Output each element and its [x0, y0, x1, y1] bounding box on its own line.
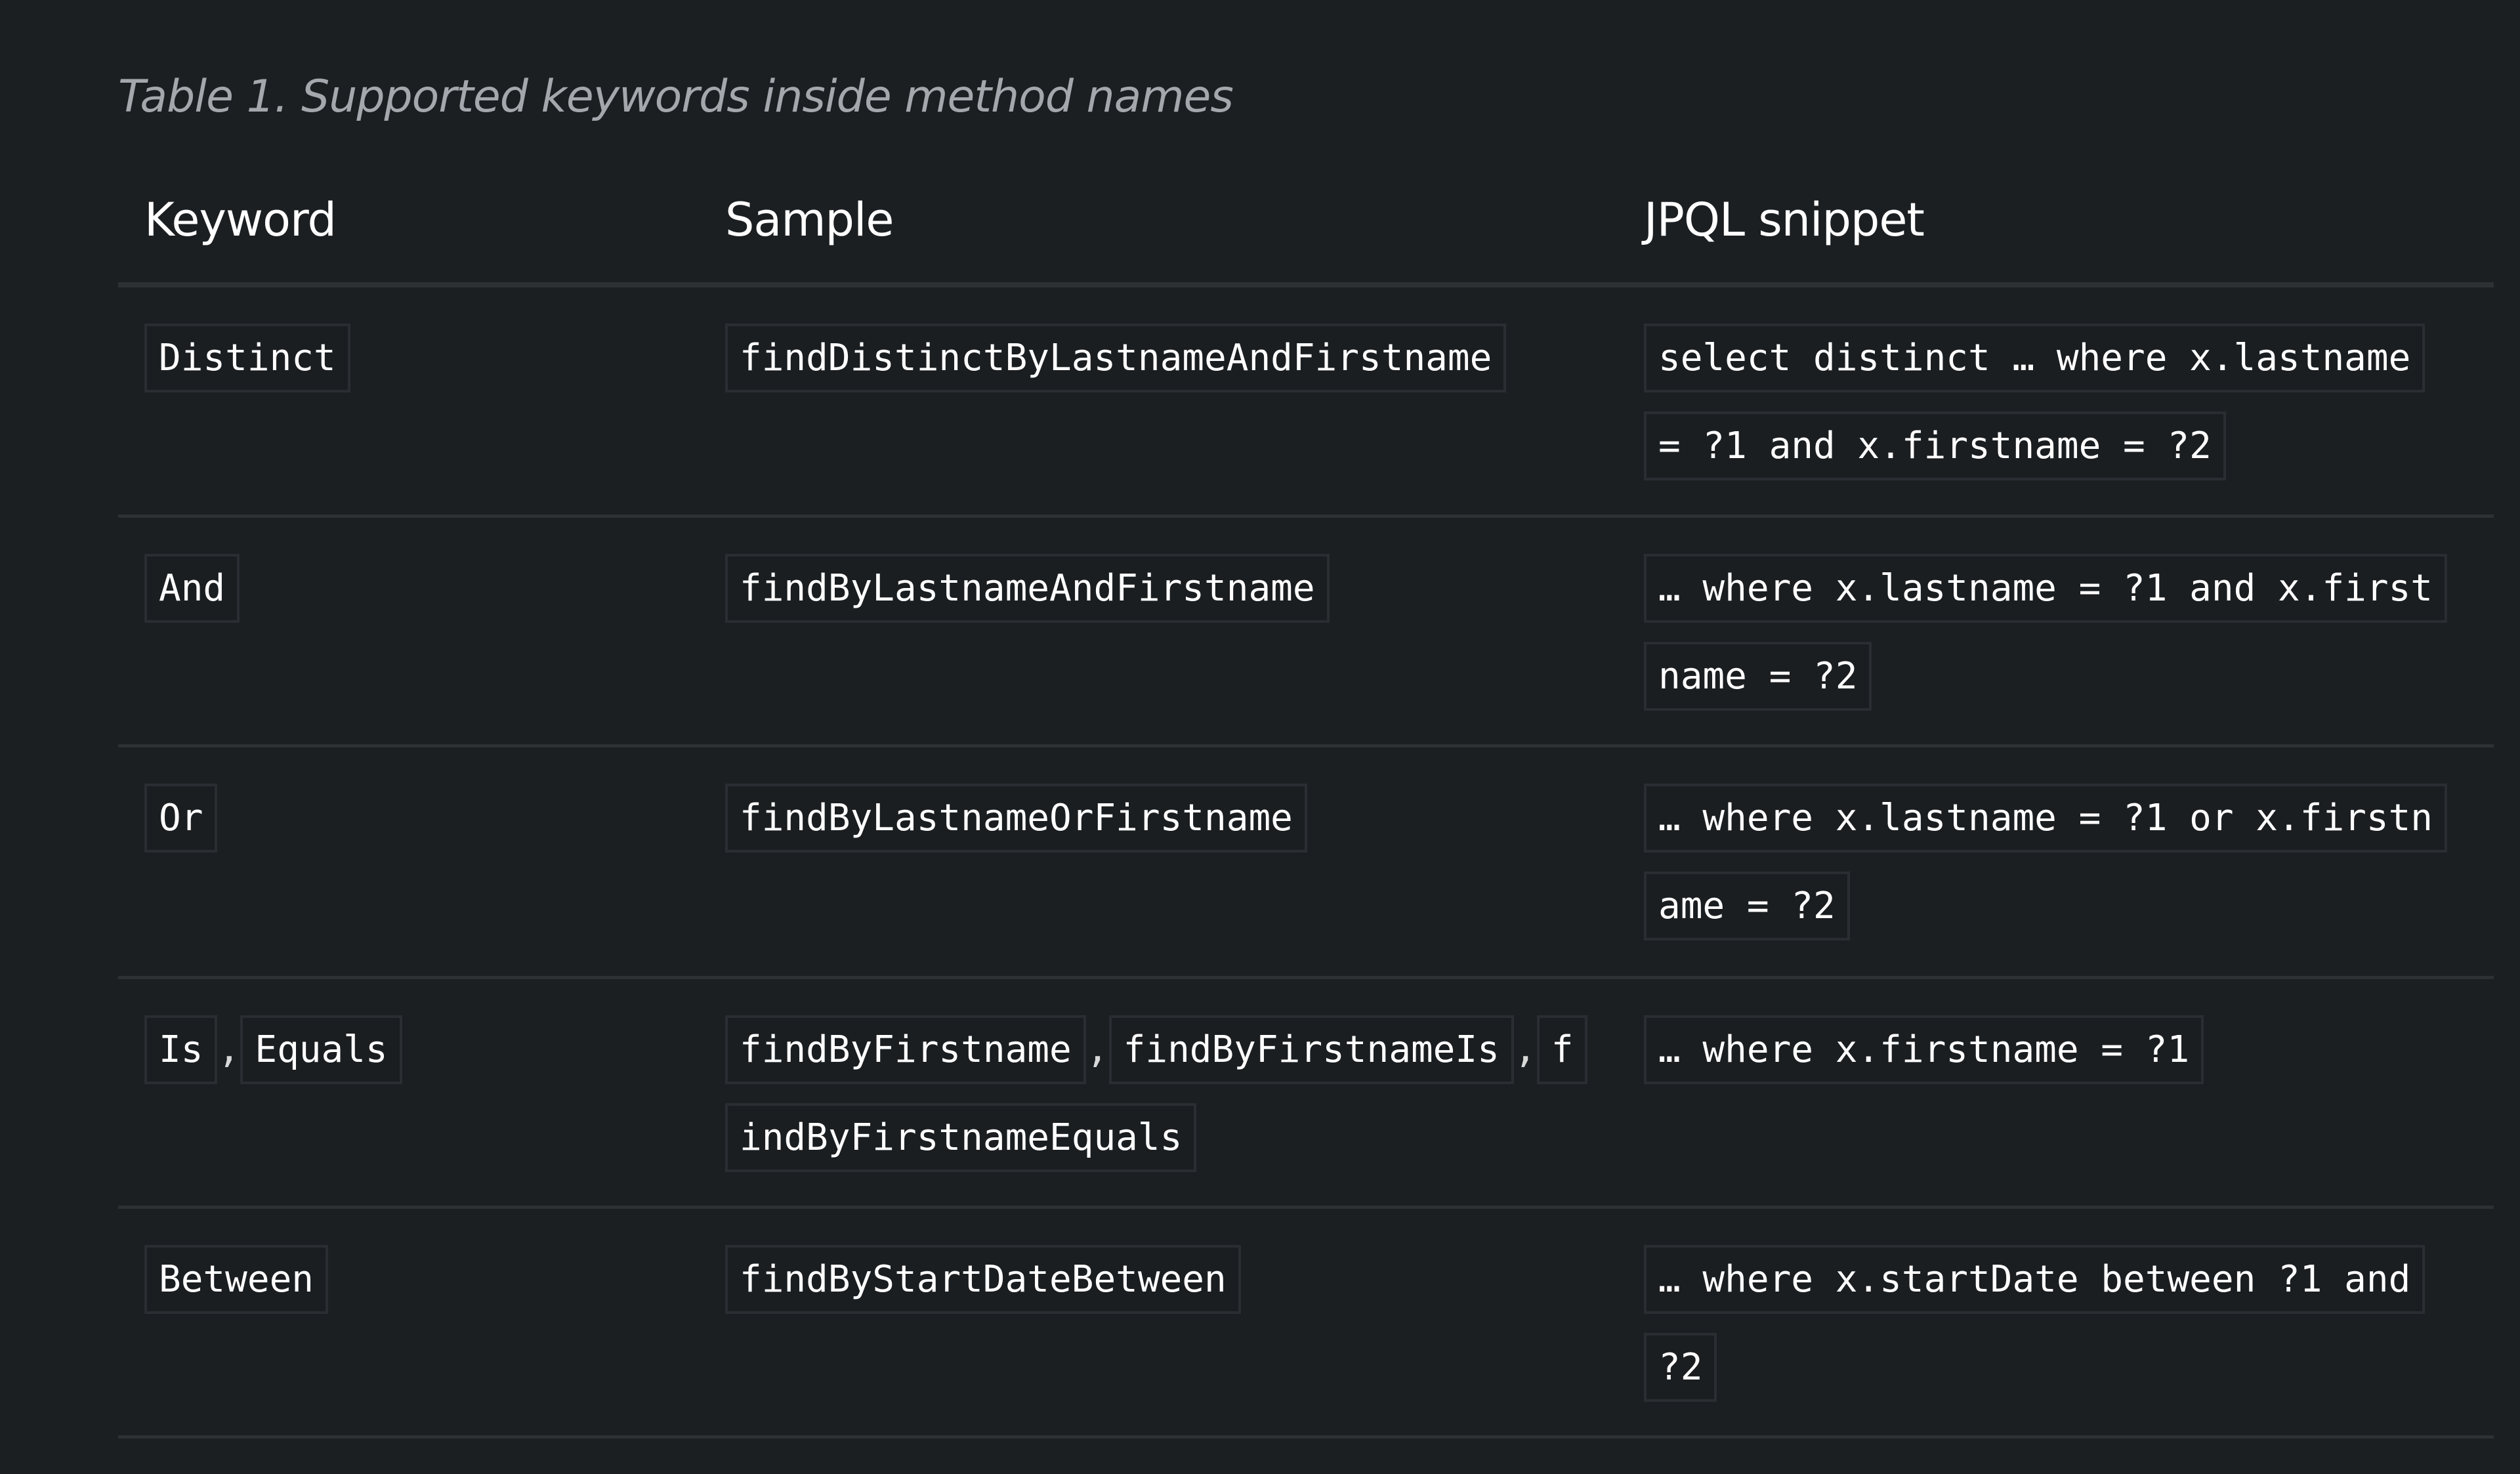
sample-cell: findByLastnameAndFirstname — [699, 516, 1618, 748]
sample-cell: findByFirstname, findByFirstnameIs, findBy… — [699, 977, 1618, 1209]
keyword-code: And — [144, 554, 240, 623]
keyword-code: Equals — [240, 1015, 402, 1084]
keyword-code: Between — [144, 1245, 329, 1314]
keyword-cell: Distinct — [118, 285, 699, 518]
table-row: Is, Equals findByFirstname, findByFirstnam… — [118, 977, 2494, 1209]
sample-code: findByFirstname — [725, 1015, 1086, 1084]
keyword-code: Is — [144, 1015, 218, 1084]
jpql-cell: … where x.lastname = ?1 and x.firstname … — [1618, 516, 2494, 748]
header-sample: Sample — [699, 164, 1618, 287]
table-header-row: Keyword Sample JPQL snippet — [118, 164, 2494, 287]
sample-code: findDistinctByLastnameAndFirstname — [725, 324, 1507, 392]
sample-code: findByFirstnameIs — [1108, 1015, 1514, 1084]
separator: , — [1513, 1026, 1537, 1071]
table-row: Between findByStartDateBetween … where x… — [118, 1207, 2494, 1439]
table-row: Or findByLastnameOrFirstname … where x.l… — [118, 746, 2494, 979]
keyword-code: Distinct — [144, 324, 350, 392]
jpql-code: select distinct … where x.lastname = ?1 … — [1644, 324, 2426, 480]
jpql-cell: select distinct … where x.lastname = ?1 … — [1618, 285, 2494, 518]
separator: , — [217, 1026, 241, 1071]
keyword-cell: And — [118, 516, 699, 748]
jpql-code: … where x.firstname = ?1 — [1644, 1015, 2204, 1084]
separator: , — [1085, 1026, 1109, 1071]
keywords-table: Keyword Sample JPQL snippet Distinct fin… — [118, 164, 2494, 1439]
sample-cell: findDistinctByLastnameAndFirstname — [699, 285, 1618, 518]
table-caption: Table 1. Supported keywords inside metho… — [118, 71, 1234, 123]
jpql-cell: … where x.firstname = ?1 — [1618, 977, 2494, 1209]
jpql-code: … where x.lastname = ?1 and x.firstname … — [1644, 554, 2448, 711]
keyword-cell: Between — [118, 1207, 699, 1439]
keyword-code: Or — [144, 784, 218, 853]
sample-code: findByLastnameAndFirstname — [725, 554, 1330, 623]
jpql-code: … where x.lastname = ?1 or x.firstname =… — [1644, 784, 2448, 940]
jpql-cell: … where x.startDate between ?1 and ?2 — [1618, 1207, 2494, 1439]
header-keyword: Keyword — [118, 164, 699, 287]
keyword-cell: Or — [118, 746, 699, 979]
sample-cell: findByStartDateBetween — [699, 1207, 1618, 1439]
sample-code: findByLastnameOrFirstname — [725, 784, 1307, 853]
keyword-cell: Is, Equals — [118, 977, 699, 1209]
sample-cell: findByLastnameOrFirstname — [699, 746, 1618, 979]
header-jpql-snippet: JPQL snippet — [1618, 164, 2494, 287]
table-row: And findByLastnameAndFirstname … where x… — [118, 516, 2494, 748]
jpql-code: … where x.startDate between ?1 and ?2 — [1644, 1245, 2426, 1402]
sample-code: findByStartDateBetween — [725, 1245, 1241, 1314]
jpql-cell: … where x.lastname = ?1 or x.firstname =… — [1618, 746, 2494, 979]
table-row: Distinct findDistinctByLastnameAndFirstn… — [118, 285, 2494, 518]
